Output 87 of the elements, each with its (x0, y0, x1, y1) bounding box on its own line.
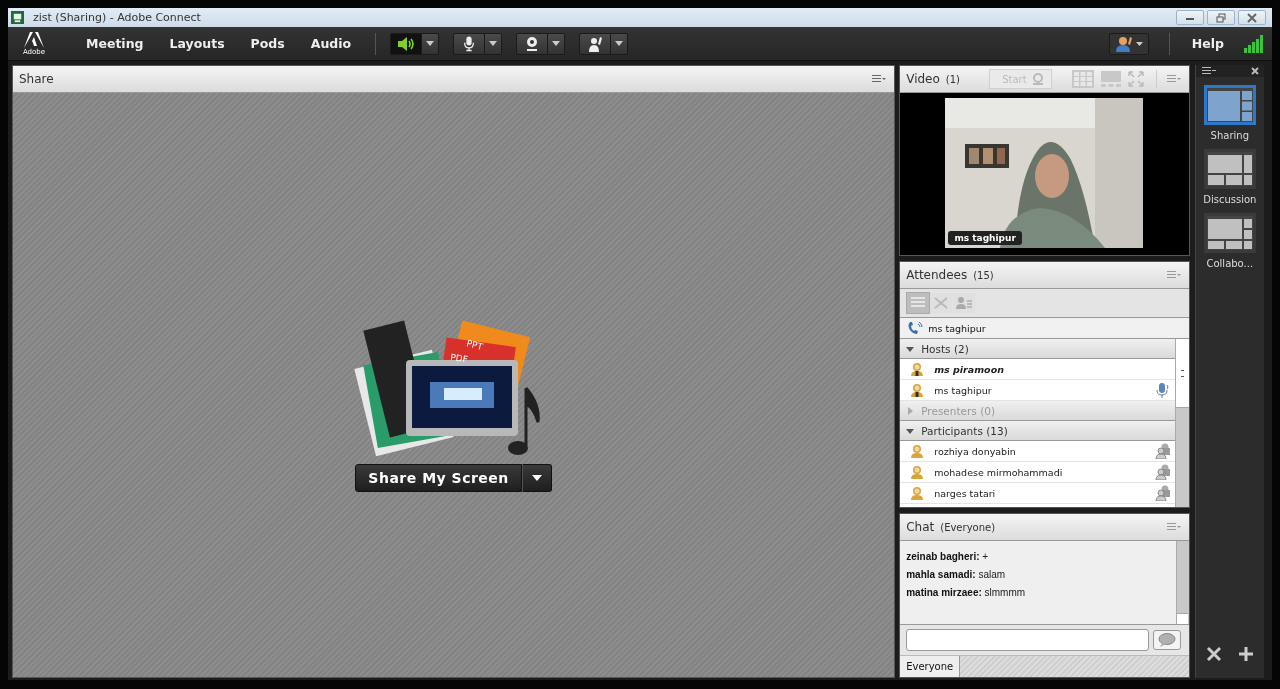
dropdown-button[interactable] (422, 32, 440, 55)
panel-menu-icon[interactable] (1201, 67, 1216, 75)
attendee-name[interactable]: rozhiya donyabin (934, 445, 1016, 457)
scrollbar[interactable] (1175, 541, 1189, 624)
chat-message: zeinab bagheri: + (906, 551, 990, 562)
user-icon (910, 465, 925, 479)
dropdown-button[interactable] (611, 32, 629, 55)
user-icon (910, 444, 925, 458)
menu-item[interactable]: Pods (240, 36, 295, 51)
attendee-name[interactable]: mohadese mirmohammadi (934, 466, 1063, 478)
close-icon (1246, 12, 1258, 23)
host-icon (910, 383, 925, 397)
users-icon (1154, 464, 1171, 480)
layout-thumbnail[interactable] (1203, 85, 1256, 125)
menu-item[interactable]: Audio (300, 36, 362, 51)
users-icon (1154, 485, 1171, 501)
user-icon (910, 486, 925, 500)
group-header[interactable]: Participants (13) (900, 421, 1175, 441)
layout-thumbnail[interactable] (1203, 213, 1256, 253)
users-icon (1154, 443, 1171, 459)
group-label: Participants (13) (921, 424, 1008, 437)
caret-icon (531, 475, 542, 481)
dropdown-button[interactable] (485, 32, 503, 55)
layout-label[interactable]: Sharing (1210, 130, 1249, 141)
raise-hand-button[interactable] (579, 32, 612, 55)
attendee-name[interactable]: narges tatari (934, 487, 996, 499)
pod-title: Video (906, 72, 940, 86)
caret-icon (489, 41, 498, 46)
name-tag: ms taghipur (948, 231, 1022, 245)
caret-icon (615, 41, 624, 46)
chat-input[interactable] (906, 629, 1149, 651)
speaker-button[interactable] (390, 32, 423, 55)
window-title: zist (Sharing) - Adobe Connect (33, 11, 201, 24)
expand-arrow-icon (906, 406, 915, 415)
chat-scope: (Everyone) (940, 521, 996, 533)
layout-label[interactable]: Collabo... (1206, 258, 1254, 269)
group-label: Presenters (0) (921, 404, 996, 417)
attendee-name[interactable]: ms taghipur (934, 384, 992, 396)
close-icon[interactable] (1251, 67, 1259, 75)
menu-item[interactable]: Meeting (76, 36, 154, 51)
menu-item[interactable]: Layouts (159, 36, 235, 51)
chat-message: matina mirzaee: slmmmm (906, 587, 1027, 598)
video-count: (1) (945, 73, 960, 85)
camera-button[interactable] (516, 32, 549, 55)
raised-hand-icon (587, 35, 604, 52)
layout-thumbnail[interactable] (1203, 149, 1256, 189)
file-label: PDF (449, 352, 469, 365)
restore-button[interactable] (1207, 10, 1235, 25)
webcam-icon (1030, 73, 1045, 85)
expand-arrow-icon (906, 426, 915, 435)
pod-title: Share (19, 72, 54, 86)
status-button[interactable] (1108, 32, 1149, 55)
share-options-button[interactable] (521, 464, 552, 492)
help-menu[interactable]: Help (1181, 36, 1234, 51)
caret-icon (426, 41, 435, 46)
host-icon (910, 362, 925, 376)
send-button[interactable] (1152, 630, 1181, 650)
app-icon (11, 11, 24, 24)
tools-icon[interactable] (1205, 646, 1222, 662)
minimize-button[interactable] (1176, 10, 1204, 25)
pod-title: Chat (906, 520, 935, 534)
restore-icon (1215, 12, 1227, 23)
raised-hand-icon (1113, 35, 1144, 52)
speech-bubble-icon (1157, 633, 1176, 647)
phone-user: ms taghipur (928, 322, 986, 334)
expand-arrow-icon (906, 344, 915, 353)
chat-tab[interactable]: Everyone (900, 656, 961, 677)
attendee-name[interactable]: ms piramoon (934, 363, 1004, 375)
microphone-icon (462, 35, 477, 52)
speaker-icon (396, 35, 417, 52)
chat-message: mahla samadi: salam (906, 569, 1007, 580)
scrollbar[interactable] (1174, 339, 1189, 507)
signal-icon (1244, 34, 1264, 53)
share-screen-button[interactable]: Share My Screen (355, 464, 522, 492)
close-button[interactable] (1238, 10, 1266, 25)
phone-icon (907, 321, 924, 335)
caret-icon (552, 41, 561, 46)
layout-label[interactable]: Discussion (1203, 194, 1257, 205)
microphone-button[interactable] (453, 32, 486, 55)
pod-menu-icon[interactable] (872, 75, 887, 83)
group-label: Hosts (2) (921, 342, 969, 355)
add-icon[interactable] (1237, 646, 1254, 662)
file-label: PPT (465, 338, 484, 352)
group-header[interactable]: Hosts (2) (900, 339, 1175, 359)
attendee-count: (15) (973, 269, 994, 281)
dropdown-button[interactable] (548, 32, 566, 55)
pod-title: Attendees (906, 268, 968, 282)
